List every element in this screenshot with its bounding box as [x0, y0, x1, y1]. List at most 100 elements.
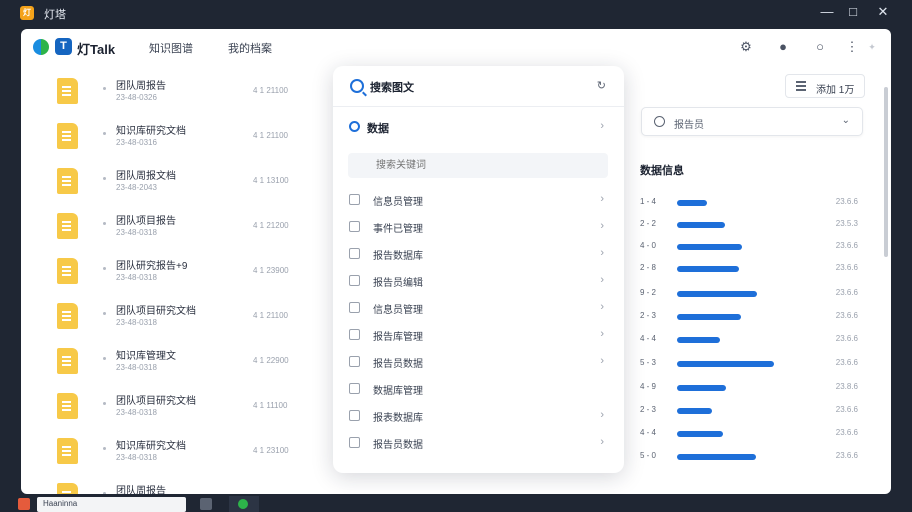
checkbox[interactable] [349, 194, 360, 205]
bullet-icon [103, 492, 106, 494]
stat-label: 5 - 3 [640, 358, 657, 367]
document-icon [57, 348, 78, 374]
list-item-label: 报告库管理 [373, 332, 423, 343]
list-item-label: 报告员数据 [373, 440, 423, 451]
checkbox[interactable] [349, 275, 360, 286]
stat-bar [677, 222, 725, 228]
file-row[interactable]: 团队周报文档 23-48-2043 4 1 13100 [21, 163, 321, 208]
close-button[interactable]: ✕ [872, 3, 894, 21]
stat-label: 9 - 2 [640, 288, 657, 297]
search-dropdown-panel: 搜索图文 ↻ 数据 › 信息员管理 › 事件已管理 › 报告数据库 › 报告员编… [333, 66, 624, 473]
list-item-label: 事件已管理 [373, 224, 423, 235]
file-row[interactable]: 知识库管理文 23-48-0318 4 1 22900 [21, 343, 321, 388]
checkbox[interactable] [349, 410, 360, 421]
sort-button[interactable]: 添加 1万 [785, 74, 865, 98]
stat-row: 1 - 4 23.6.6 [640, 194, 858, 212]
checkbox[interactable] [349, 302, 360, 313]
file-size: 4 1 23100 [253, 446, 289, 455]
stat-value: 23.6.6 [835, 288, 858, 297]
select-value: 报告员 [674, 120, 704, 131]
file-row[interactable]: 团队项目研究文档 23-48-0318 4 1 21100 [21, 298, 321, 343]
stat-bar [677, 454, 756, 460]
logo-icon [33, 39, 49, 55]
list-item-label: 报告员编辑 [373, 278, 423, 289]
list-item-label: 数据库管理 [373, 386, 423, 397]
file-date: 23-48-0326 [116, 93, 157, 102]
taskbar-window[interactable]: Haaninna [37, 497, 186, 512]
active-app[interactable] [229, 496, 259, 512]
list-item[interactable]: 报表数据库 › [333, 405, 624, 429]
settings-icon[interactable]: ⚙ [737, 38, 755, 56]
data-source-option[interactable]: 数据 › [333, 110, 624, 144]
document-icon [57, 258, 78, 284]
stat-label: 2 - 8 [640, 263, 657, 272]
file-row[interactable]: 知识库研究文档 23-48-0316 4 1 21100 [21, 118, 321, 163]
checkbox[interactable] [349, 248, 360, 259]
file-row[interactable]: 团队研究报告+9 23-48-0318 4 1 23900 [21, 253, 321, 298]
stat-row: 4 - 9 23.8.6 [640, 379, 858, 397]
list-item[interactable]: 信息员管理 › [333, 297, 624, 321]
checkbox[interactable] [349, 221, 360, 232]
file-name: 团队项目研究文档 [116, 306, 196, 317]
list-item[interactable]: 报告库管理 › [333, 324, 624, 348]
panel-title: 搜索图文 [370, 82, 414, 94]
checkbox[interactable] [349, 356, 360, 367]
file-name: 知识库研究文档 [116, 441, 186, 452]
window-icon[interactable] [200, 498, 212, 510]
stat-bar [677, 291, 757, 297]
checkbox[interactable] [349, 437, 360, 448]
list-item-label: 报表数据库 [373, 413, 423, 424]
stat-bar [677, 244, 742, 250]
file-date: 23-48-0318 [116, 363, 157, 372]
search-icon[interactable]: ○ [811, 38, 829, 56]
file-date: 23-48-0318 [116, 453, 157, 462]
reporter-select[interactable]: 报告员 ⌄ [641, 107, 863, 136]
list-item[interactable]: 报告员数据 › [333, 432, 624, 456]
bullet-icon [103, 312, 106, 315]
maximize-button[interactable]: □ [842, 3, 864, 21]
list-item[interactable]: 信息员管理 › [333, 189, 624, 213]
checkbox[interactable] [349, 329, 360, 340]
document-icon [57, 213, 78, 239]
panel-header: 搜索图文 ↻ [333, 66, 624, 106]
stat-value: 23.6.6 [835, 334, 858, 343]
star-icon[interactable]: ✦ [863, 38, 881, 56]
taskbar: Haaninna [0, 496, 912, 512]
list-item[interactable]: 报告员编辑 › [333, 270, 624, 294]
chevron-right-icon: › [600, 120, 604, 132]
file-row[interactable]: 团队周报告 23-48-0326 4 1 21100 [21, 73, 321, 118]
scrollbar[interactable] [884, 87, 888, 257]
checkbox[interactable] [349, 383, 360, 394]
list-item[interactable]: 数据库管理 [333, 378, 624, 402]
refresh-icon[interactable]: ↻ [597, 79, 606, 92]
list-item[interactable]: 事件已管理 › [333, 216, 624, 240]
taskbar-window-label: Haaninna [43, 499, 78, 508]
window-titlebar: 灯 灯塔 — □ ✕ [0, 0, 912, 26]
list-item[interactable]: 报告数据库 › [333, 243, 624, 267]
chevron-right-icon: › [600, 301, 604, 313]
file-size: 4 1 11100 [253, 401, 288, 410]
chevron-right-icon: › [600, 355, 604, 367]
file-name: 团队项目报告 [116, 216, 176, 227]
list-item[interactable]: 报告员数据 › [333, 351, 624, 375]
file-size: 4 1 23900 [253, 266, 289, 275]
stat-value: 23.6.6 [835, 358, 858, 367]
stat-value: 23.8.6 [835, 382, 858, 391]
stat-row: 4 - 0 23.6.6 [640, 238, 858, 256]
file-row[interactable]: 团队周报告 23-48-0318 [21, 478, 321, 494]
file-row[interactable]: 团队项目研究文档 23-48-0318 4 1 11100 [21, 388, 321, 433]
minimize-button[interactable]: — [816, 3, 838, 21]
document-icon [57, 168, 78, 194]
user-icon[interactable]: ● [774, 38, 792, 56]
tab-knowledge-graph[interactable]: 知识图谱 [149, 40, 193, 56]
stat-label: 2 - 2 [640, 219, 657, 228]
keyword-search-input[interactable] [348, 153, 608, 178]
file-row[interactable]: 知识库研究文档 23-48-0318 4 1 23100 [21, 433, 321, 478]
list-item-label: 报告员数据 [373, 359, 423, 370]
stat-bar [677, 408, 712, 414]
tab-my-archive[interactable]: 我的档案 [228, 40, 272, 56]
app-icon[interactable] [18, 498, 30, 510]
more-icon[interactable]: ⋮ [843, 38, 861, 56]
file-row[interactable]: 团队项目报告 23-48-0318 4 1 21200 [21, 208, 321, 253]
search-icon [350, 79, 364, 93]
